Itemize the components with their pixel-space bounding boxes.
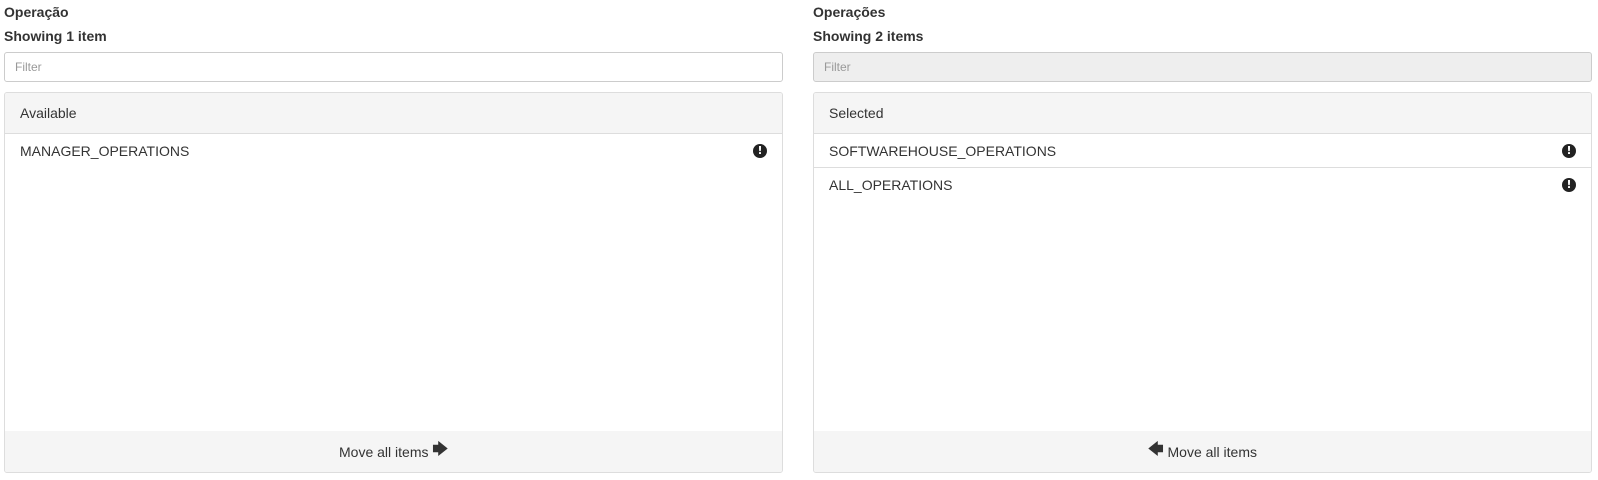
list-item[interactable]: SOFTWAREHOUSE_OPERATIONS ! bbox=[814, 134, 1591, 168]
available-heading: Available bbox=[5, 93, 782, 134]
list-item-label: MANAGER_OPERATIONS bbox=[20, 143, 190, 159]
exclamation-circle-icon: ! bbox=[753, 144, 767, 158]
selected-title: Operações bbox=[813, 4, 886, 20]
available-list: MANAGER_OPERATIONS ! bbox=[5, 134, 782, 168]
arrow-right-icon: 🡆 bbox=[432, 440, 448, 458]
selected-filter-input[interactable] bbox=[813, 52, 1592, 82]
selected-list: SOFTWAREHOUSE_OPERATIONS ! ALL_OPERATION… bbox=[814, 134, 1591, 202]
selected-heading: Selected bbox=[814, 93, 1591, 134]
available-filter-input[interactable] bbox=[4, 52, 783, 82]
move-all-right-button[interactable]: Move all items 🡆 bbox=[5, 431, 782, 472]
selected-panel: Selected SOFTWAREHOUSE_OPERATIONS ! ALL_… bbox=[813, 92, 1592, 473]
list-item-label: ALL_OPERATIONS bbox=[829, 177, 953, 193]
list-item[interactable]: ALL_OPERATIONS ! bbox=[814, 168, 1591, 202]
selected-count: Showing 2 items bbox=[813, 28, 924, 44]
move-all-label: Move all items bbox=[1167, 443, 1257, 460]
available-panel: Available MANAGER_OPERATIONS ! Move all … bbox=[4, 92, 783, 473]
list-item[interactable]: MANAGER_OPERATIONS ! bbox=[5, 134, 782, 168]
list-item-label: SOFTWAREHOUSE_OPERATIONS bbox=[829, 142, 1057, 159]
exclamation-circle-icon: ! bbox=[1562, 143, 1576, 158]
move-all-label: Move all items bbox=[339, 443, 429, 460]
arrow-left-icon: 🡄 bbox=[1148, 440, 1164, 458]
available-title: Operação bbox=[4, 4, 69, 20]
exclamation-circle-icon: ! bbox=[1562, 178, 1576, 192]
available-count: Showing 1 item bbox=[4, 28, 107, 44]
move-all-left-button[interactable]: 🡄 Move all items bbox=[814, 431, 1591, 472]
